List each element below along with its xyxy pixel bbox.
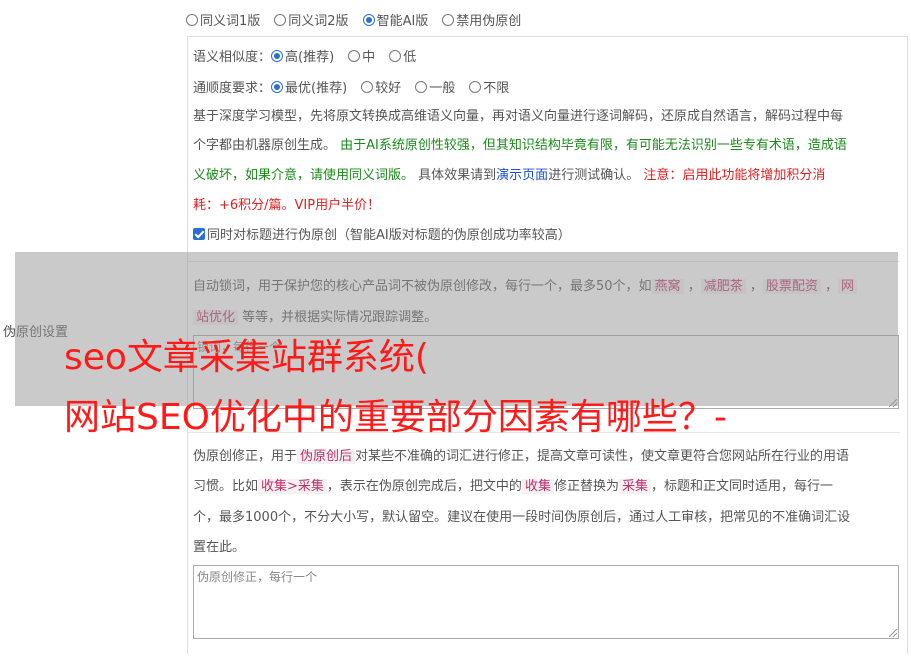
radio-fluency-good[interactable]: 较好 <box>361 77 401 96</box>
radio-similarity-low[interactable]: 低 <box>389 46 416 65</box>
ai-description-line4: 耗：+6积分/篇。VIP用户半价！ <box>193 198 381 213</box>
correction-line1: 伪原创修正，用于 伪原创后 对某些不准确的词汇进行修正，提高文章可读性，使文章更符合… <box>193 449 850 464</box>
headline-line2: 网站SEO优化中的重要部分因素有哪些？- <box>64 397 727 438</box>
radio-dot-selected[interactable] <box>271 80 284 93</box>
title-checkbox-row[interactable]: 同时对标题进行伪原创（智能AI版对标题的伪原创成功率较高） <box>193 223 571 249</box>
radio-dot[interactable] <box>469 80 482 93</box>
radio-dot[interactable] <box>389 49 402 62</box>
radio-similarity-medium[interactable]: 中 <box>348 46 375 65</box>
radio-dot[interactable] <box>274 13 287 26</box>
headline-line1: seo文章采集站群系统( <box>64 337 429 378</box>
ai-description-line3: 义破坏，如果介意，请使用同义词版。 具体效果请到演示页面进行测试确认。 注意：启… <box>193 168 826 183</box>
radio-dot[interactable] <box>348 49 361 62</box>
ai-description-line2: 个字都由机器原创生成。 由于AI系统原创性较强，但其知识结构毕竟有限，有可能无法… <box>193 138 847 153</box>
radio-dot[interactable] <box>361 80 374 93</box>
correction-placeholder: 伪原创修正，每行一个 <box>197 570 318 584</box>
radio-version-disable[interactable]: 禁用伪原创 <box>442 10 521 29</box>
radio-dot-selected[interactable] <box>271 49 284 62</box>
radio-dot[interactable] <box>415 80 428 93</box>
correction-line3: 个，最多1000个，不分大小写，默认留空。建议在使用一段时间伪原创后，通过人工审… <box>193 510 851 525</box>
radio-dot-selected[interactable] <box>362 13 375 26</box>
radio-fluency-any[interactable]: 不限 <box>469 77 509 96</box>
version-radio-group: 同义词1版 同义词2版 智能AI版 禁用伪原创 <box>186 10 535 29</box>
radio-dot[interactable] <box>186 13 198 26</box>
radio-dot[interactable] <box>442 13 455 26</box>
radio-version-synonym1[interactable]: 同义词1版 <box>186 10 260 29</box>
radio-fluency-best[interactable]: 最优(推荐) <box>271 77 347 96</box>
resize-handle[interactable] <box>889 629 897 637</box>
radio-version-ai[interactable]: 智能AI版 <box>362 10 428 29</box>
overlay-band <box>15 252 898 406</box>
fluency-row: 通顺度要求： 最优(推荐) 较好 一般 不限 <box>193 77 523 96</box>
radio-fluency-normal[interactable]: 一般 <box>415 77 455 96</box>
similarity-row: 语义相似度： 高(推荐) 中 低 <box>193 46 430 65</box>
title-checkbox[interactable] <box>193 228 205 240</box>
radio-version-synonym2[interactable]: 同义词2版 <box>274 10 349 29</box>
demo-page-link[interactable]: 演示页面 <box>496 168 548 183</box>
correction-textarea[interactable]: 伪原创修正，每行一个 <box>193 565 899 639</box>
correction-line2: 习惯。比如 收集>采集 ，表示在伪原创完成后，把文中的 收集 修正替换为 采集 ，标题和正文… <box>193 479 833 494</box>
correction-line4: 置在此。 <box>193 540 246 555</box>
radio-similarity-high[interactable]: 高(推荐) <box>271 46 334 65</box>
ai-description-line1: 基于深度学习模型，先将原文转换成高维语义向量，再对语义向量进行逐词解码，还原成自… <box>193 109 844 124</box>
